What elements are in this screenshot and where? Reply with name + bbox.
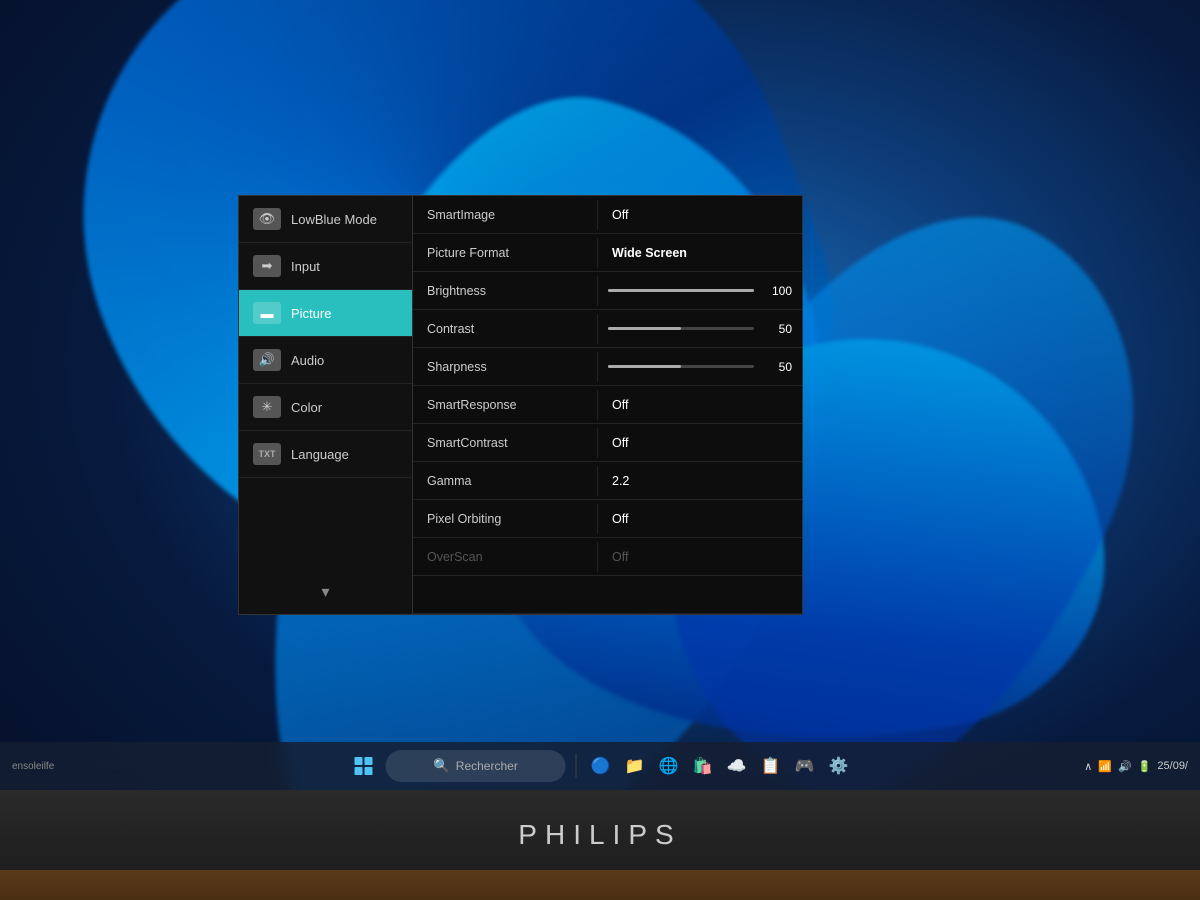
brightness-slider[interactable]: 100 <box>598 276 802 306</box>
sidebar-item-label: Picture <box>291 306 331 321</box>
taskbar-icon-xbox[interactable]: 🎮 <box>791 752 819 780</box>
gamma-label: Gamma <box>413 466 598 496</box>
brightness-label: Brightness <box>413 276 598 306</box>
smartimage-label: SmartImage <box>413 200 598 230</box>
search-icon: 🔍 <box>433 758 450 774</box>
setting-row-smartimage[interactable]: SmartImage Off <box>413 196 802 234</box>
sharpness-track <box>608 365 754 368</box>
sidebar-item-color[interactable]: ✳ Color <box>239 384 412 431</box>
search-placeholder: Rechercher <box>456 759 518 773</box>
taskbar-separator-1 <box>576 754 577 778</box>
smartcontrast-label: SmartContrast <box>413 428 598 458</box>
picture-format-label: Picture Format <box>413 238 598 268</box>
taskbar-icon-browser[interactable]: 🔵 <box>587 752 615 780</box>
sidebar-item-audio[interactable]: 🔊 Audio <box>239 337 412 384</box>
contrast-value: 50 <box>762 322 792 336</box>
overscan-label: OverScan <box>413 542 598 572</box>
monitor-brand: PHILIPS <box>518 819 681 851</box>
sharpness-fill <box>608 365 681 368</box>
taskbar-left: ensoleilfe <box>12 761 54 772</box>
taskbar-icon-files[interactable]: 📁 <box>621 752 649 780</box>
taskbar-icon-cloud[interactable]: ☁️ <box>723 752 751 780</box>
volume-icon[interactable]: 🔊 <box>1118 760 1132 773</box>
osd-sidebar: 👁 LowBlue Mode ➡ Input ▬ Picture 🔊 Audio… <box>238 195 413 615</box>
taskbar-icon-store[interactable]: 🛍️ <box>689 752 717 780</box>
brightness-track <box>608 289 754 292</box>
wifi-icon[interactable]: 📶 <box>1098 760 1112 773</box>
pixel-orbiting-value: Off <box>598 504 802 534</box>
overscan-value: Off <box>598 542 802 572</box>
setting-row-picture-format[interactable]: Picture Format Wide Screen <box>413 234 802 272</box>
sidebar-item-label: Input <box>291 259 320 274</box>
audio-icon: 🔊 <box>253 349 281 371</box>
picture-icon: ▬ <box>253 302 281 324</box>
system-tray: ∧ 📶 🔊 🔋 25/09/ <box>1084 760 1188 773</box>
language-icon: TXT <box>253 443 281 465</box>
taskbar-center: 🔍 Rechercher 🔵 📁 🌐 🛍️ ☁️ 📋 🎮 ⚙️ <box>348 750 853 782</box>
input-icon: ➡ <box>253 255 281 277</box>
sidebar-more-button[interactable]: ▾ <box>239 570 412 614</box>
battery-icon: 🔋 <box>1138 760 1152 773</box>
sidebar-item-lowblue[interactable]: 👁 LowBlue Mode <box>239 196 412 243</box>
sidebar-item-language[interactable]: TXT Language <box>239 431 412 478</box>
smartresponse-label: SmartResponse <box>413 390 598 420</box>
brightness-fill <box>608 289 754 292</box>
color-icon: ✳ <box>253 396 281 418</box>
sidebar-item-input[interactable]: ➡ Input <box>239 243 412 290</box>
pixel-orbiting-label: Pixel Orbiting <box>413 504 598 534</box>
smartcontrast-value: Off <box>598 428 802 458</box>
tray-arrow-icon[interactable]: ∧ <box>1084 760 1092 773</box>
smartimage-value: Off <box>598 200 802 230</box>
clock[interactable]: 25/09/ <box>1157 760 1188 772</box>
taskbar-icon-edge[interactable]: 🌐 <box>655 752 683 780</box>
brightness-value: 100 <box>762 284 792 298</box>
sidebar-item-label: LowBlue Mode <box>291 212 377 227</box>
sharpness-label: Sharpness <box>413 352 598 382</box>
taskbar-icon-settings[interactable]: ⚙️ <box>825 752 853 780</box>
settings-panel: SmartImage Off Picture Format Wide Scree… <box>413 195 803 615</box>
sharpness-slider[interactable]: 50 <box>598 352 802 382</box>
picture-format-value: Wide Screen <box>598 238 802 268</box>
taskbar: ensoleilfe 🔍 Rechercher 🔵 📁 🌐 🛍️ ☁️ 📋 🎮 … <box>0 742 1200 790</box>
setting-row-overscan[interactable]: OverScan Off <box>413 538 802 576</box>
lowblue-icon: 👁 <box>253 208 281 230</box>
setting-row-gamma[interactable]: Gamma 2.2 <box>413 462 802 500</box>
setting-row-smartresponse[interactable]: SmartResponse Off <box>413 386 802 424</box>
table-surface <box>0 870 1200 900</box>
search-button[interactable]: 🔍 Rechercher <box>386 750 566 782</box>
sidebar-item-label: Language <box>291 447 349 462</box>
gamma-value: 2.2 <box>598 466 802 496</box>
start-button[interactable] <box>348 750 380 782</box>
sharpness-value: 50 <box>762 360 792 374</box>
setting-row-smartcontrast[interactable]: SmartContrast Off <box>413 424 802 462</box>
setting-row-brightness[interactable]: Brightness 100 <box>413 272 802 310</box>
setting-row-pixel-orbiting[interactable]: Pixel Orbiting Off <box>413 500 802 538</box>
taskbar-edge-label: ensoleilfe <box>12 761 54 772</box>
sidebar-item-label: Audio <box>291 353 324 368</box>
taskbar-icon-code[interactable]: 📋 <box>757 752 785 780</box>
contrast-slider[interactable]: 50 <box>598 314 802 344</box>
contrast-fill <box>608 327 681 330</box>
smartresponse-value: Off <box>598 390 802 420</box>
setting-row-sharpness[interactable]: Sharpness 50 <box>413 348 802 386</box>
setting-row-contrast[interactable]: Contrast 50 <box>413 310 802 348</box>
contrast-track <box>608 327 754 330</box>
sidebar-item-label: Color <box>291 400 322 415</box>
windows-logo <box>355 757 373 775</box>
contrast-label: Contrast <box>413 314 598 344</box>
setting-row-empty-1 <box>413 576 802 614</box>
sidebar-item-picture[interactable]: ▬ Picture <box>239 290 412 337</box>
osd-menu: 👁 LowBlue Mode ➡ Input ▬ Picture 🔊 Audio… <box>238 195 803 615</box>
chevron-down-icon: ▾ <box>321 582 329 602</box>
